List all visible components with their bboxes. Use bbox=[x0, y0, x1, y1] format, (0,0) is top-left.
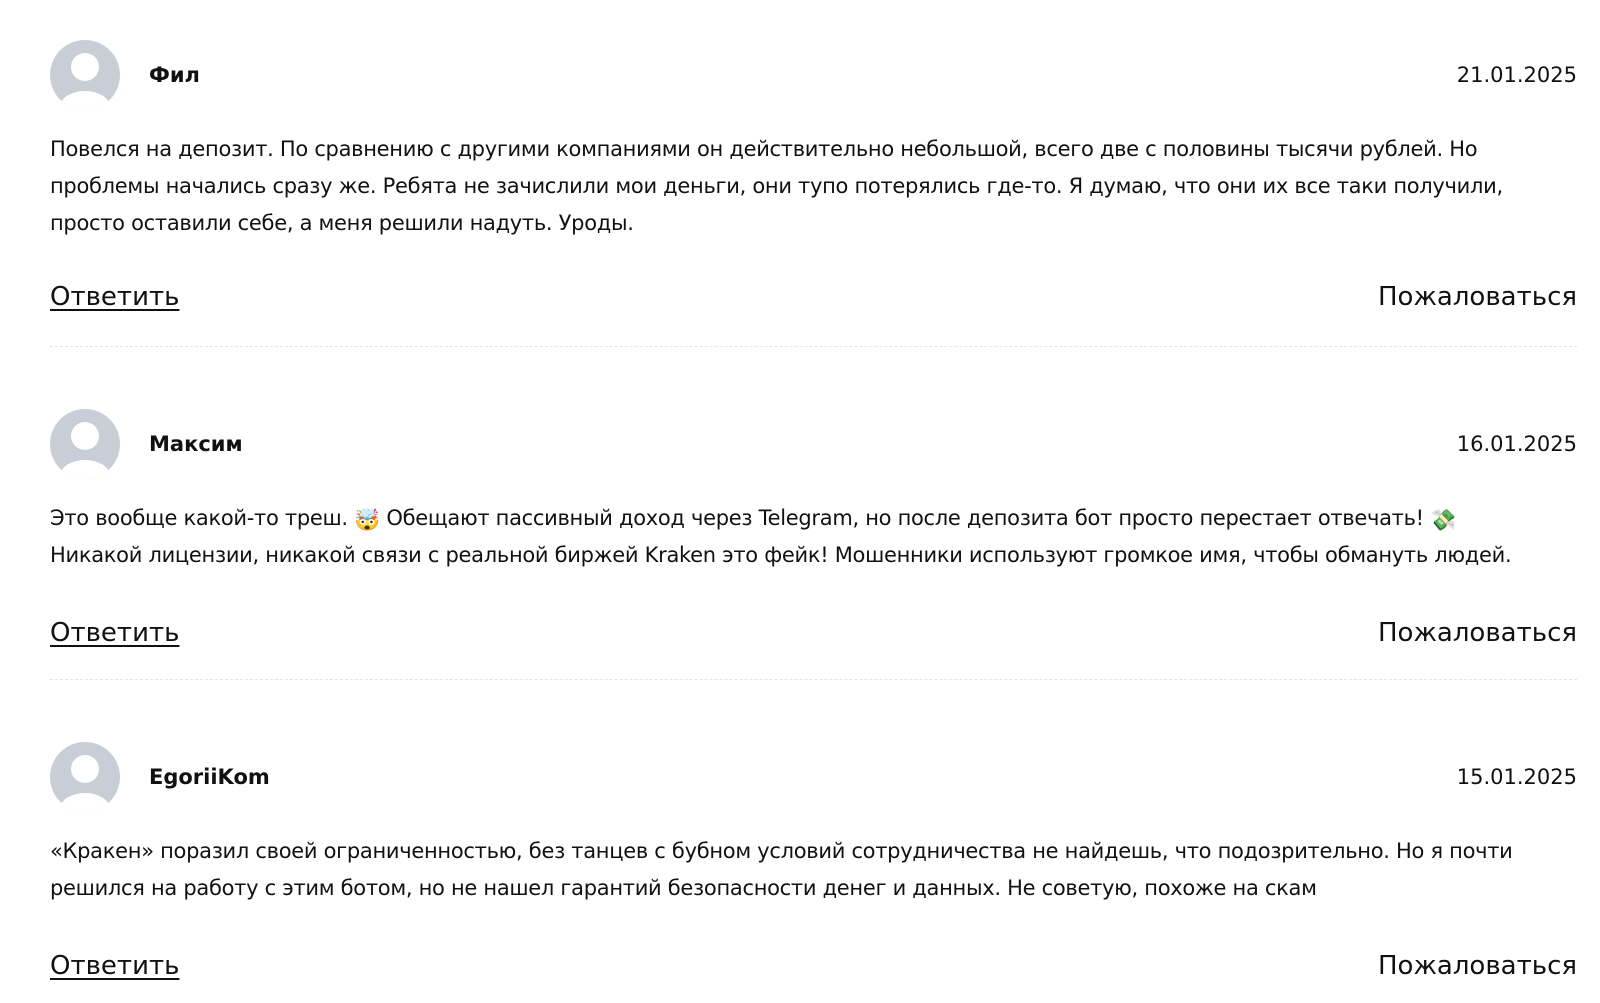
comment-text-line: решился на работу с этим ботом, но не на… bbox=[50, 876, 1317, 900]
comment-actions: Ответить Пожаловаться bbox=[50, 280, 1577, 314]
comment-text-line: проблемы начались сразу же. Ребята не за… bbox=[50, 174, 1503, 198]
user-placeholder-icon bbox=[50, 40, 120, 110]
complain-link[interactable]: Пожаловаться bbox=[1378, 616, 1577, 650]
money-with-wings-emoji-icon: 💸 bbox=[1430, 508, 1457, 532]
reply-link[interactable]: Ответить bbox=[50, 949, 179, 983]
avatar bbox=[50, 409, 120, 479]
comment-date: 15.01.2025 bbox=[1456, 765, 1577, 789]
comment-text-line: просто оставили себе, а меня решили наду… bbox=[50, 211, 634, 235]
comment-date: 21.01.2025 bbox=[1456, 63, 1577, 87]
reply-link[interactable]: Ответить bbox=[50, 616, 179, 650]
user-placeholder-icon bbox=[50, 409, 120, 479]
comment-text-line: «Кракен» поразил своей ограниченностью, … bbox=[50, 839, 1513, 863]
comment-author: Максим bbox=[149, 432, 243, 456]
comment-text-line: Это вообще какой-то треш. 🤯 Обещают пасс… bbox=[50, 500, 1577, 537]
comment-header: Фил 21.01.2025 bbox=[50, 40, 1577, 110]
comment-author: Фил bbox=[149, 63, 200, 87]
comment: Фил 21.01.2025 Повелся на депозит. По ср… bbox=[50, 40, 1577, 347]
comments-list: Фил 21.01.2025 Повелся на депозит. По ср… bbox=[0, 0, 1600, 1003]
comment-date: 16.01.2025 bbox=[1456, 432, 1577, 456]
comment-text: Это вообще какой-то треш. 🤯 Обещают пасс… bbox=[50, 500, 1577, 574]
complain-link[interactable]: Пожаловаться bbox=[1378, 280, 1577, 314]
comment-text-fragment: Это вообще какой-то треш. bbox=[50, 506, 348, 530]
comment-actions: Ответить Пожаловаться bbox=[50, 616, 1577, 650]
comment-text-line: Никакой лицензии, никакой связи с реальн… bbox=[50, 543, 1512, 567]
divider bbox=[50, 679, 1577, 680]
comment-text-fragment: Обещают пассивный доход через Telegram, … bbox=[386, 506, 1424, 530]
comment-header: Максим 16.01.2025 bbox=[50, 409, 1577, 479]
exploding-head-emoji-icon: 🤯 bbox=[354, 508, 381, 532]
comment-header: EgoriiKom 15.01.2025 bbox=[50, 742, 1577, 812]
avatar bbox=[50, 40, 120, 110]
avatar bbox=[50, 742, 120, 812]
divider bbox=[50, 346, 1577, 347]
comment: EgoriiKom 15.01.2025 «Кракен» поразил св… bbox=[50, 742, 1577, 983]
comment: Максим 16.01.2025 Это вообще какой-то тр… bbox=[50, 409, 1577, 680]
comment-text-line: Повелся на депозит. По сравнению с други… bbox=[50, 137, 1478, 161]
user-placeholder-icon bbox=[50, 742, 120, 812]
comment-text: Повелся на депозит. По сравнению с други… bbox=[50, 131, 1577, 242]
comment-text: «Кракен» поразил своей ограниченностью, … bbox=[50, 833, 1577, 907]
comment-actions: Ответить Пожаловаться bbox=[50, 949, 1577, 983]
reply-link[interactable]: Ответить bbox=[50, 280, 179, 314]
comment-author: EgoriiKom bbox=[149, 765, 270, 789]
complain-link[interactable]: Пожаловаться bbox=[1378, 949, 1577, 983]
